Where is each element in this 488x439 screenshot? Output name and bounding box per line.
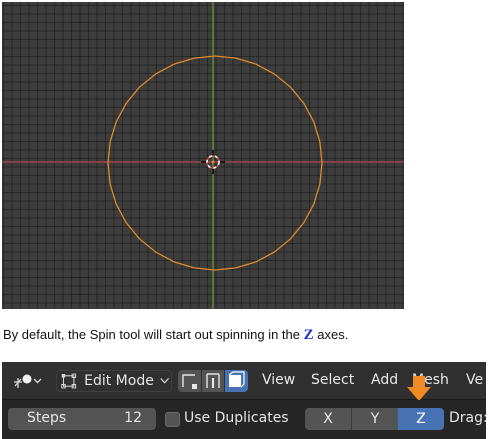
3d-cursor-icon[interactable] xyxy=(201,150,225,174)
steps-label: Steps xyxy=(27,410,67,426)
edge-select-icon xyxy=(206,373,220,388)
header-bar: Edit Mode View Select Add Mesh Ve xyxy=(2,362,486,401)
caption-text: By default, the Spin tool will start out… xyxy=(3,327,483,344)
chevron-down-icon xyxy=(33,378,42,384)
select-box-icon xyxy=(61,373,77,389)
menu-add[interactable]: Add xyxy=(371,372,398,388)
vertex-select-icon xyxy=(182,374,197,389)
axis-z-button[interactable]: Z xyxy=(398,408,444,430)
use-duplicates-checkbox[interactable] xyxy=(165,412,180,427)
menu-select[interactable]: Select xyxy=(311,372,354,388)
steps-field[interactable]: Steps 12 xyxy=(8,408,156,430)
mode-label: Edit Mode xyxy=(84,373,154,389)
chevron-down-icon xyxy=(160,377,169,384)
viewport-overlay xyxy=(2,2,404,309)
edge-select-button[interactable] xyxy=(202,370,224,392)
use-duplicates-label: Use Duplicates xyxy=(184,410,289,426)
blender-toolbar-area: Edit Mode View Select Add Mesh Ve Steps … xyxy=(2,362,486,439)
menu-vertex-truncated[interactable]: Ve xyxy=(466,372,483,388)
caption-axis: Z xyxy=(303,327,314,343)
circle-mesh[interactable] xyxy=(107,55,323,271)
caption-after: axes. xyxy=(313,327,349,342)
menu-view[interactable]: View xyxy=(262,372,295,388)
use-duplicates-option[interactable]: Use Duplicates xyxy=(162,409,292,429)
caption-before: By default, the Spin tool will start out… xyxy=(3,327,304,342)
tool-settings-bar: Steps 12 Use Duplicates X Y Z Drag: xyxy=(2,400,486,439)
face-select-button[interactable] xyxy=(225,370,248,392)
drag-label: Drag: xyxy=(449,410,486,426)
face-select-icon xyxy=(228,371,245,388)
vertex-select-button[interactable] xyxy=(178,370,201,392)
axis-x-button[interactable]: X xyxy=(305,408,351,430)
mode-dropdown[interactable]: Edit Mode xyxy=(56,370,172,392)
cursor-tool-icon xyxy=(14,374,42,388)
select-mode-group xyxy=(178,370,248,392)
tool-selector[interactable] xyxy=(12,370,46,392)
orange-down-arrow-icon xyxy=(407,376,431,401)
steps-value: 12 xyxy=(124,410,142,426)
3d-viewport[interactable] xyxy=(2,2,404,309)
axis-y-button[interactable]: Y xyxy=(351,408,398,430)
